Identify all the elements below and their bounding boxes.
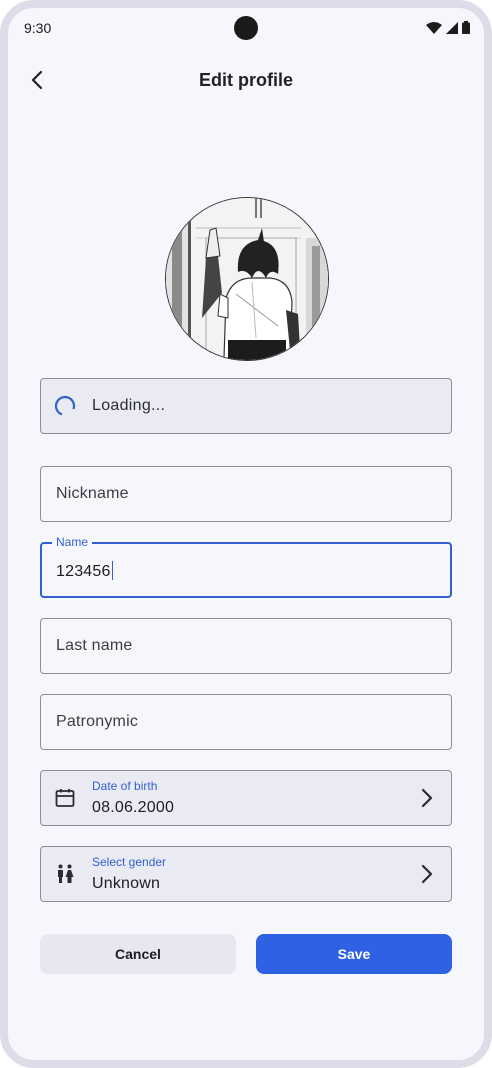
battery-icon: [462, 21, 470, 34]
top-app-bar: Edit profile: [8, 60, 484, 100]
phone-screen: 9:30 Edit profile Loading... Nickname Na…: [0, 0, 492, 1068]
gender-value: Unknown: [92, 875, 161, 892]
date-of-birth-value: 08.06.2000: [92, 799, 175, 816]
calendar-icon: [55, 789, 75, 807]
wifi-icon: [426, 21, 442, 34]
loading-text: Loading...: [92, 397, 166, 414]
signal-icon: [446, 21, 458, 34]
cancel-button[interactable]: Cancel: [40, 934, 236, 974]
patronymic-field[interactable]: Patronymic: [40, 694, 452, 750]
status-time: 9:30: [24, 20, 52, 36]
last-name-label: Last name: [56, 637, 133, 654]
name-input-value[interactable]: 123456: [56, 561, 113, 581]
profile-photo-illustration: [166, 198, 328, 360]
gender-icon: [58, 864, 74, 883]
chevron-right-icon: [421, 864, 433, 884]
name-field[interactable]: Name 123456: [40, 535, 452, 598]
camera-cutout: [234, 16, 258, 40]
system-icons: [426, 21, 470, 34]
date-of-birth-label: Date of birth: [92, 779, 158, 793]
loading-spinner-icon: [54, 395, 76, 417]
page-title: Edit profile: [199, 70, 293, 90]
chevron-right-icon: [421, 788, 433, 808]
status-bar: 9:30: [8, 8, 484, 48]
gender-label: Select gender: [92, 855, 167, 869]
gender-field[interactable]: Select gender Unknown: [40, 846, 452, 902]
last-name-field[interactable]: Last name: [40, 618, 452, 674]
nickname-field[interactable]: Nickname: [40, 466, 452, 522]
save-button[interactable]: Save: [256, 934, 452, 974]
name-value-text: 123456: [56, 563, 111, 580]
city-field-loading: Loading...: [40, 378, 452, 434]
date-of-birth-field[interactable]: Date of birth 08.06.2000: [40, 770, 452, 826]
avatar[interactable]: [165, 197, 329, 361]
name-label: Name: [52, 535, 93, 549]
nickname-label: Nickname: [56, 485, 129, 502]
text-cursor: [111, 561, 113, 580]
patronymic-label: Patronymic: [56, 713, 139, 730]
